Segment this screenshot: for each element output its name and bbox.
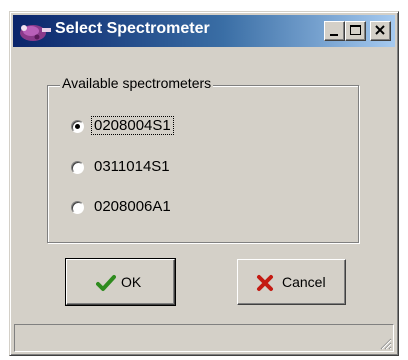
cancel-label: Cancel (282, 274, 326, 290)
x-cross-icon (257, 275, 273, 291)
option-label: 0311014S1 (94, 158, 170, 175)
title-bar[interactable]: Select Spectrometer (13, 15, 395, 47)
group-label: Available spectrometers (60, 75, 214, 91)
maximize-button[interactable] (345, 21, 366, 41)
dialog-window: Select Spectrometer Available spectromet… (9, 11, 399, 356)
radio-button[interactable] (71, 161, 84, 174)
option-label: 0208004S1 (91, 116, 174, 135)
ok-button[interactable]: OK (65, 258, 176, 306)
close-button[interactable] (370, 21, 391, 41)
option-label: 0208006A1 (94, 198, 171, 215)
status-bar (14, 324, 394, 352)
checkmark-icon (96, 275, 116, 291)
minimize-button[interactable] (324, 21, 345, 41)
minimize-icon (330, 34, 338, 36)
window-title: Select Spectrometer (55, 20, 210, 37)
cancel-button[interactable]: Cancel (237, 259, 346, 305)
radio-button[interactable] (71, 120, 84, 133)
close-icon (375, 25, 385, 35)
maximize-icon (350, 25, 361, 35)
resize-grip-icon[interactable] (378, 336, 392, 350)
ok-label: OK (121, 274, 142, 290)
radio-button[interactable] (71, 201, 84, 214)
spectrometer-app-icon (20, 25, 51, 41)
